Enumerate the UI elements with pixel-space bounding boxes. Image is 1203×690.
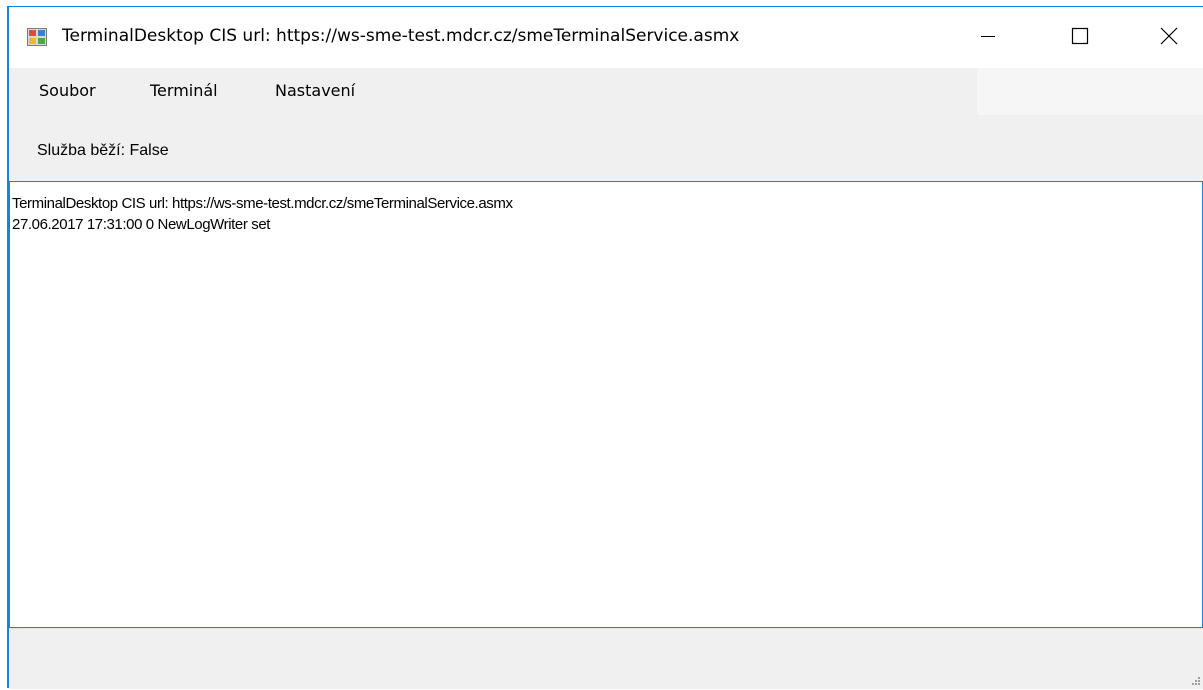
app-window-icon <box>27 28 47 46</box>
log-line: 27.06.2017 17:31:00 0 NewLogWriter set <box>12 216 271 233</box>
minimize-icon <box>980 28 996 48</box>
menu-item-soubor[interactable]: Soubor <box>39 81 96 100</box>
close-button[interactable] <box>1146 7 1192 68</box>
log-textbox[interactable]: TerminalDesktop CIS url: https://ws-sme-… <box>9 181 1203 628</box>
menu-bar: Soubor Terminál Nastavení <box>9 68 977 115</box>
maximize-icon <box>1071 27 1089 49</box>
maximize-button[interactable] <box>1057 7 1103 68</box>
status-bar <box>9 628 1203 689</box>
minimize-button[interactable] <box>965 7 1011 68</box>
resize-grip-icon[interactable] <box>1189 671 1201 685</box>
close-icon <box>1160 27 1178 49</box>
title-bar[interactable]: TerminalDesktop CIS url: https://ws-sme-… <box>9 7 1203 68</box>
window-title: TerminalDesktop CIS url: https://ws-sme-… <box>62 26 740 46</box>
menu-bar-filler <box>977 68 1203 115</box>
main-window: TerminalDesktop CIS url: https://ws-sme-… <box>7 6 1203 689</box>
log-line: TerminalDesktop CIS url: https://ws-sme-… <box>12 195 513 212</box>
status-toolbar: Služba běží: False <box>9 115 1203 181</box>
service-status-label: Služba běží: False <box>37 142 169 159</box>
menu-item-terminal[interactable]: Terminál <box>150 81 218 100</box>
menu-item-nastaveni[interactable]: Nastavení <box>275 81 355 100</box>
